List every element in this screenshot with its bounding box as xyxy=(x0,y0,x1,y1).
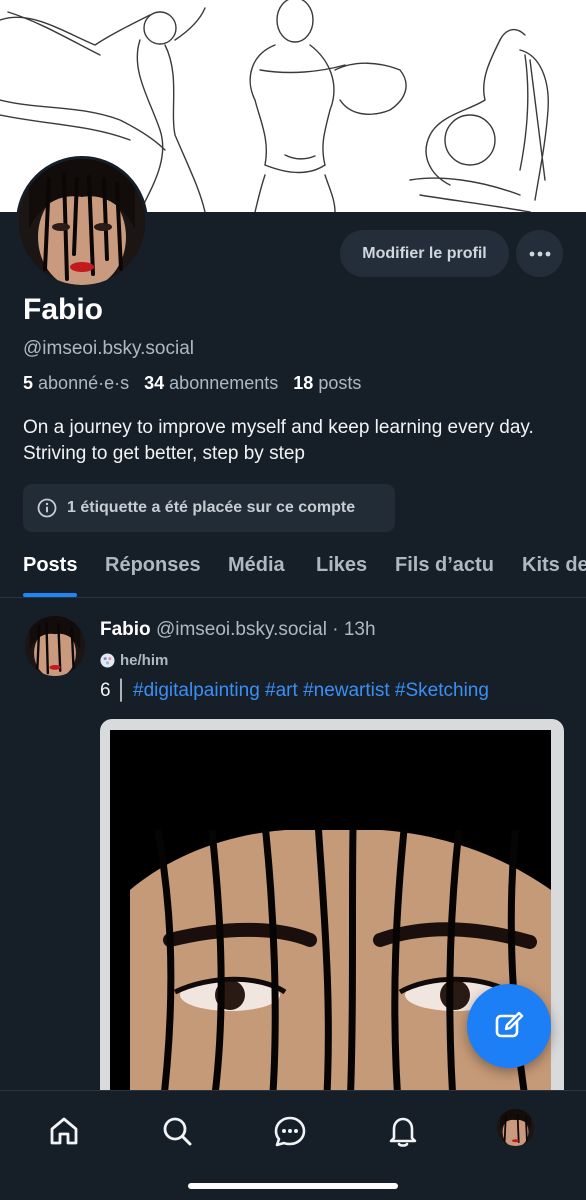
nav-search[interactable] xyxy=(157,1111,197,1151)
following-count: 34 xyxy=(144,373,165,393)
post-text: 6 │ #digitalpainting #art #newartist #Sk… xyxy=(100,680,489,702)
tab-media[interactable]: Média xyxy=(228,554,285,577)
followers-count: 5 xyxy=(23,373,34,393)
pronouns-text: he/him xyxy=(120,652,169,669)
account-labels-notice[interactable]: 1 étiquette a été placée sur ce compte xyxy=(23,484,395,532)
post-separator: · xyxy=(326,619,344,640)
bell-icon xyxy=(389,1117,417,1147)
followers-label: abonné·e·s xyxy=(38,373,130,393)
profile-tabs: Posts Réponses Média Likes Fils d’actu K… xyxy=(0,540,586,598)
compose-icon xyxy=(495,1011,524,1038)
edit-profile-button[interactable]: Modifier le profil xyxy=(340,230,509,277)
profile-handle: @imseoi.bsky.social xyxy=(23,338,194,359)
nav-notifications[interactable] xyxy=(383,1111,423,1151)
post-pronouns: he/him xyxy=(100,652,168,669)
post-author-avatar[interactable] xyxy=(25,616,85,676)
info-circle-icon xyxy=(37,498,57,518)
home-icon xyxy=(50,1117,78,1145)
post-timestamp[interactable]: 13h xyxy=(344,619,376,640)
profile-stats: 5 abonné·e·s 34 abonnements 18 posts xyxy=(23,373,361,394)
tab-likes[interactable]: Likes xyxy=(316,554,367,577)
chat-icon xyxy=(274,1116,306,1147)
profile-avatar-icon xyxy=(497,1109,534,1146)
following-label: abonnements xyxy=(169,373,279,393)
search-icon xyxy=(163,1117,192,1146)
post-header: Fabio @imseoi.bsky.social · 13h xyxy=(100,619,376,641)
nav-home[interactable] xyxy=(44,1111,84,1151)
post-author-handle[interactable]: @imseoi.bsky.social xyxy=(156,619,327,640)
nav-profile[interactable] xyxy=(497,1109,534,1146)
tab-starter-packs[interactable]: Kits de xyxy=(522,554,586,577)
post-author-name[interactable]: Fabio xyxy=(100,619,151,640)
home-indicator xyxy=(188,1183,398,1189)
tab-replies[interactable]: Réponses xyxy=(105,554,201,577)
following-link[interactable]: 34 abonnements xyxy=(144,373,278,393)
account-labels-text: 1 étiquette a été placée sur ce compte xyxy=(67,499,356,516)
tab-posts[interactable]: Posts xyxy=(23,554,77,577)
more-options-button[interactable] xyxy=(516,230,563,277)
pronoun-badge-icon xyxy=(100,653,115,668)
profile-bio: On a journey to improve myself and keep … xyxy=(23,417,534,464)
compose-post-button[interactable] xyxy=(467,984,551,1068)
posts-label: posts xyxy=(318,373,362,393)
posts-stat: 18 posts xyxy=(293,373,361,393)
profile-name: Fabio xyxy=(23,293,103,326)
active-tab-indicator xyxy=(23,593,77,597)
post-avatar-image xyxy=(25,616,85,676)
ellipsis-icon xyxy=(529,251,550,256)
avatar-portrait-image xyxy=(19,159,145,285)
profile-avatar[interactable] xyxy=(16,156,148,288)
followers-link[interactable]: 5 abonné·e·s xyxy=(23,373,129,393)
post-hashtags[interactable]: #digitalpainting #art #newartist #Sketch… xyxy=(133,680,489,701)
post-text-prefix: 6 │ xyxy=(100,680,133,701)
tab-feeds[interactable]: Fils d’actu xyxy=(395,554,494,577)
nav-chat[interactable] xyxy=(270,1111,310,1151)
posts-count: 18 xyxy=(293,373,314,393)
